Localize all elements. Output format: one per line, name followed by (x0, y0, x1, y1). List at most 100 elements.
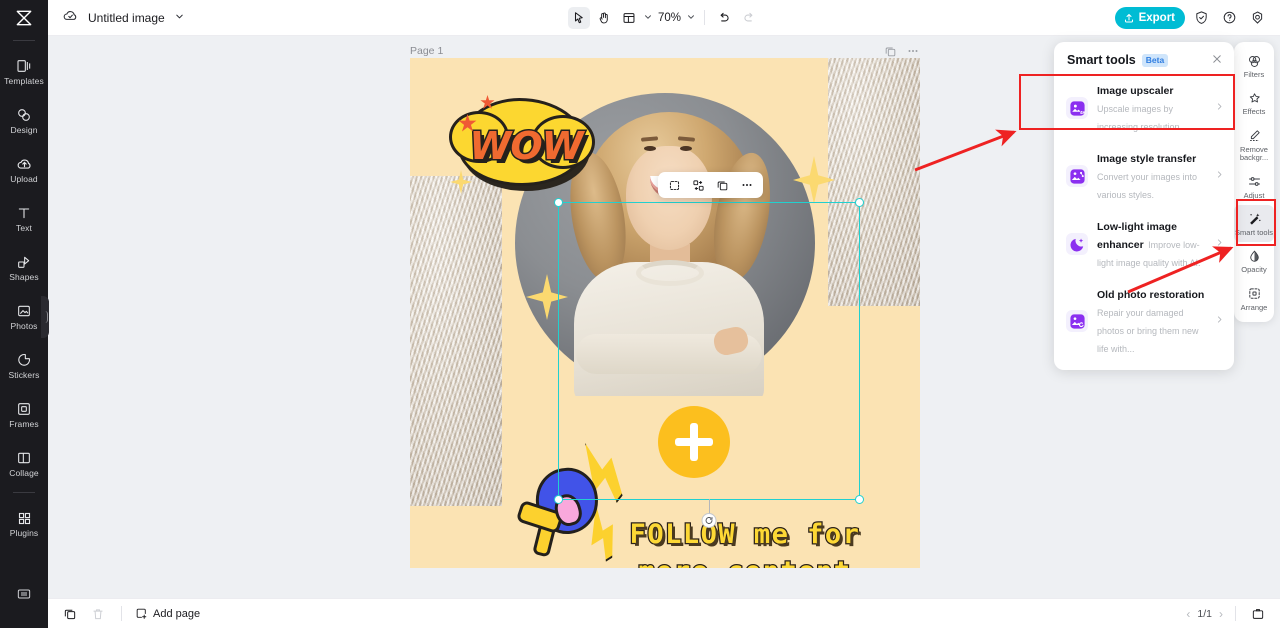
right-item-label: Filters (1243, 70, 1265, 79)
tool-text: Image style transfer Convert your images… (1097, 149, 1206, 203)
page-header-actions (884, 44, 920, 58)
sidebar-label: Design (10, 124, 38, 135)
sidebar-item-text[interactable]: Text (0, 194, 48, 243)
prev-page-button[interactable]: ‹ (1186, 607, 1190, 621)
frames-icon (16, 401, 33, 418)
top-toolbar: Untitled image 70% Export (48, 0, 1280, 36)
smart-tool-low-light-enhancer[interactable]: Low-light image enhancer Improve low-lig… (1054, 210, 1234, 278)
tool-text: Old photo restoration Repair your damage… (1097, 285, 1206, 357)
smart-tool-image-upscaler[interactable]: 4K Image upscaler Upscale images by incr… (1054, 74, 1234, 142)
sidebar-collapse-handle[interactable] (41, 296, 49, 338)
sidebar-item-shapes[interactable]: Shapes (0, 243, 48, 292)
app-logo[interactable] (0, 0, 48, 36)
bottom-divider (121, 606, 122, 621)
upscaler-icon: 4K (1066, 97, 1088, 119)
notes-panel-button[interactable] (1248, 604, 1268, 624)
right-item-remove-background[interactable]: Remove backgr... (1234, 122, 1274, 168)
tool-desc: Upscale images by increasing resolution. (1097, 104, 1183, 132)
sidebar-label: Shapes (9, 271, 39, 282)
sidebar-item-plugins[interactable]: Plugins (0, 499, 48, 548)
replace-icon[interactable] (688, 175, 709, 196)
rail-divider-bottom (13, 492, 35, 493)
zoom-chevron-icon[interactable] (686, 9, 696, 27)
crop-icon[interactable] (664, 175, 685, 196)
tool-name: Image upscaler (1097, 85, 1174, 97)
sidebar-item-notes[interactable] (0, 569, 48, 618)
duplicate-page-icon[interactable] (884, 45, 897, 58)
wow-speech-bubble[interactable]: WOW (442, 90, 602, 190)
right-item-label: Opacity (1241, 265, 1267, 275)
toolbar-divider (704, 10, 706, 25)
chevron-down-icon[interactable] (174, 9, 185, 27)
duplicate-icon[interactable] (712, 175, 733, 196)
sidebar-label: Collage (9, 467, 39, 478)
settings-icon[interactable] (1245, 6, 1269, 30)
design-icon (16, 107, 33, 124)
smart-tool-image-style-transfer[interactable]: Image style transfer Convert your images… (1054, 142, 1234, 210)
sidebar-item-stickers[interactable]: Stickers (0, 341, 48, 390)
export-button[interactable]: Export (1114, 6, 1185, 29)
page-more-icon[interactable] (906, 44, 920, 58)
text-icon (16, 205, 33, 222)
follow-text[interactable]: FOLLOW me for more content (600, 516, 890, 568)
bottom-bar: Add page ‹ 1/1 › (48, 598, 1280, 628)
right-item-effects[interactable]: Effects (1234, 84, 1274, 121)
adjust-icon (1246, 174, 1262, 190)
wow-text: WOW (468, 123, 585, 170)
zoom-level[interactable]: 70% (656, 12, 683, 24)
rail-divider-top (13, 40, 35, 41)
next-page-button[interactable]: › (1219, 607, 1223, 621)
help-icon[interactable] (1217, 6, 1241, 30)
svg-text:4K: 4K (1079, 110, 1085, 115)
templates-icon (16, 58, 33, 75)
redo-button[interactable] (738, 7, 760, 29)
sidebar-item-upload[interactable]: Upload (0, 145, 48, 194)
right-sidebar: Filters Effects Remove backgr... Adjust (1234, 42, 1274, 323)
sidebar-item-design[interactable]: Design (0, 96, 48, 145)
tool-name: Image style transfer (1097, 153, 1197, 165)
chevron-right-icon (1215, 170, 1224, 182)
sidebar-item-templates[interactable]: Templates (0, 47, 48, 96)
fabric-image-left[interactable] (410, 176, 502, 506)
right-item-arrange[interactable]: Arrange (1234, 280, 1274, 317)
right-item-opacity[interactable]: Opacity (1234, 242, 1274, 279)
arrange-icon (1246, 286, 1262, 302)
upload-icon (16, 156, 33, 173)
page-label: Page 1 (410, 45, 444, 57)
add-photo-plus-button[interactable] (658, 406, 730, 478)
add-page-button[interactable]: Add page (135, 607, 200, 620)
sidebar-item-frames[interactable]: Frames (0, 390, 48, 439)
collage-icon (16, 450, 33, 467)
stickers-icon (16, 352, 33, 369)
duplicate-page-button[interactable] (60, 604, 80, 624)
undo-button[interactable] (713, 7, 735, 29)
document-title[interactable]: Untitled image (88, 11, 165, 25)
right-item-adjust[interactable]: Adjust (1234, 168, 1274, 205)
layout-tool-button[interactable] (618, 7, 640, 29)
hand-tool-button[interactable] (593, 7, 615, 29)
select-tool-button[interactable] (567, 6, 590, 29)
layout-chevron-icon[interactable] (643, 9, 653, 27)
sidebar-item-collage[interactable]: Collage (0, 439, 48, 488)
close-icon[interactable] (1211, 53, 1223, 67)
more-icon[interactable] (736, 175, 757, 196)
right-item-filters[interactable]: Filters (1234, 47, 1274, 84)
page-actions: Add page (48, 604, 200, 624)
shield-icon[interactable] (1189, 6, 1213, 30)
chevron-right-icon (1215, 315, 1224, 327)
tool-name: Old photo restoration (1097, 289, 1205, 301)
smart-tools-panel: Smart tools Beta 4K Image upscaler Upsca… (1054, 42, 1234, 370)
collar (636, 260, 704, 286)
eye (644, 146, 656, 151)
face (626, 146, 712, 250)
delete-page-button[interactable] (88, 604, 108, 624)
right-item-smart-tools[interactable]: Smart tools (1234, 204, 1274, 243)
export-label: Export (1138, 11, 1175, 24)
sidebar-label: Plugins (9, 527, 39, 538)
cloud-save-icon[interactable] (62, 7, 79, 29)
artboard[interactable]: WOW FOLLOW me for more content (410, 58, 920, 568)
smart-tools-header: Smart tools Beta (1054, 42, 1234, 74)
fabric-image-top-right[interactable] (828, 58, 920, 306)
tool-text: Image upscaler Upscale images by increas… (1097, 81, 1206, 135)
smart-tool-old-photo-restoration[interactable]: Old photo restoration Repair your damage… (1054, 278, 1234, 364)
